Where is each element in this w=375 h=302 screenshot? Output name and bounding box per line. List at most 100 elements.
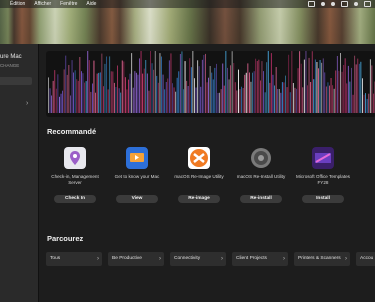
banner-streak — [165, 82, 167, 113]
banner-streak — [228, 79, 230, 113]
banner-streak — [189, 58, 191, 113]
banner-streak — [211, 72, 213, 113]
banner-streak — [283, 82, 285, 113]
reimage-button[interactable]: Re-image — [178, 195, 220, 203]
banner-streak — [340, 53, 341, 113]
banner-streak — [299, 51, 301, 113]
view-button[interactable]: View — [116, 195, 158, 203]
control-center-icon[interactable] — [364, 1, 371, 7]
banner-streak — [49, 88, 51, 113]
main-content: Recommandé Check-in, Management Server C… — [39, 44, 375, 302]
app-name: Check-in, Management Server — [51, 174, 99, 185]
banner-streak — [236, 90, 238, 113]
banner-streak — [59, 96, 60, 113]
category-all[interactable]: Tous › — [46, 252, 102, 266]
menu-view[interactable]: Afficher — [34, 0, 51, 8]
banner-streak — [187, 86, 189, 113]
banner-streak — [112, 71, 114, 113]
category-label: Client Projects — [236, 256, 267, 261]
banner-streak — [338, 70, 340, 113]
banner-streak — [281, 82, 283, 113]
banner-streak — [285, 75, 286, 113]
app-card-reinstall[interactable]: macOS Re-Install Utility Re-install — [232, 147, 290, 204]
chevron-right-icon[interactable]: › — [26, 100, 28, 107]
banner-streak — [115, 87, 117, 113]
reimage-icon — [188, 147, 210, 169]
banner-streak — [267, 51, 269, 113]
banner-streak — [164, 89, 166, 113]
banner-streak — [148, 90, 150, 113]
banner-streak — [366, 98, 368, 113]
status-icon[interactable] — [308, 1, 315, 7]
banner-streak — [200, 86, 202, 113]
app-card-get-to-know[interactable]: Get to know your Mac View — [108, 147, 166, 204]
banner-streak — [294, 87, 296, 113]
banner-streak — [212, 79, 214, 113]
sidebar-brand: ure Mac — [0, 54, 22, 60]
menu-window[interactable]: Fenêtre — [60, 0, 77, 8]
banner-streak — [106, 56, 107, 113]
globe-icon[interactable] — [331, 2, 335, 6]
banner-streak — [205, 53, 206, 113]
banner-streak — [99, 72, 101, 113]
install-button[interactable]: Install — [302, 195, 344, 203]
banner-streak — [225, 51, 227, 113]
banner-streak — [316, 62, 318, 113]
app-card-office-templates[interactable]: Microsoft Office Templates FY28 Install — [294, 147, 352, 204]
banner-streak — [128, 79, 129, 113]
banner-streak — [84, 82, 85, 113]
banner-streak — [313, 79, 315, 113]
banner-streak — [157, 82, 159, 113]
banner-streak — [146, 73, 148, 113]
banner-streak — [219, 92, 220, 113]
banner-streak — [190, 67, 192, 113]
menu-edit[interactable]: Édition — [10, 0, 25, 8]
category-accounts[interactable]: Accou — [356, 252, 375, 266]
banner-streak — [351, 67, 352, 113]
category-printers-scanners[interactable]: Printers & Scanners › — [294, 252, 350, 266]
banner-streak — [296, 88, 297, 113]
banner-streak — [121, 60, 123, 113]
banner-streak — [55, 88, 57, 113]
banner-streak — [360, 61, 362, 113]
banner-streak — [238, 69, 239, 113]
banner-streak — [255, 58, 257, 113]
chevron-right-icon: › — [221, 256, 223, 262]
menu-bar: Édition Afficher Fenêtre Aide — [0, 0, 375, 8]
wifi-icon[interactable] — [354, 2, 358, 6]
menu-help[interactable]: Aide — [86, 0, 96, 8]
banner-streak — [253, 71, 255, 113]
banner-streak — [181, 51, 183, 113]
battery-icon[interactable] — [341, 1, 348, 7]
banner-streak — [362, 78, 363, 113]
app-card-reimage[interactable]: macOS Re-Image Utility Re-image — [170, 147, 228, 204]
banner-streak — [349, 81, 351, 113]
banner-streak — [333, 88, 335, 113]
banner-streak — [93, 60, 95, 113]
banner-streak — [277, 89, 279, 113]
app-card-check-in[interactable]: Check-in, Management Server Check In — [46, 147, 104, 204]
category-connectivity[interactable]: Connectivity › — [170, 252, 226, 266]
category-be-productive[interactable]: Be Productive › — [108, 252, 164, 266]
banner-streak — [186, 80, 188, 113]
category-client-projects[interactable]: Client Projects › — [232, 252, 288, 266]
banner-streak — [373, 93, 374, 113]
banner-streak — [87, 51, 89, 113]
status-dot-icon[interactable] — [321, 2, 325, 6]
banner-streak — [113, 82, 115, 113]
banner-streak — [197, 60, 199, 113]
category-label: Accou — [360, 256, 374, 261]
banner-streak — [156, 75, 158, 113]
sidebar-item-selected[interactable] — [0, 77, 32, 85]
banner-streak — [231, 51, 233, 113]
banner-streak — [332, 85, 334, 113]
banner-streak — [82, 73, 84, 113]
banner-streak — [352, 94, 354, 113]
banner-streak — [74, 70, 76, 113]
check-in-button[interactable]: Check In — [54, 195, 96, 203]
banner-streak — [220, 89, 222, 113]
banner-streak — [71, 60, 73, 113]
reinstall-button[interactable]: Re-install — [240, 195, 282, 203]
banner-streak — [244, 74, 246, 113]
banner-streak — [57, 74, 59, 113]
